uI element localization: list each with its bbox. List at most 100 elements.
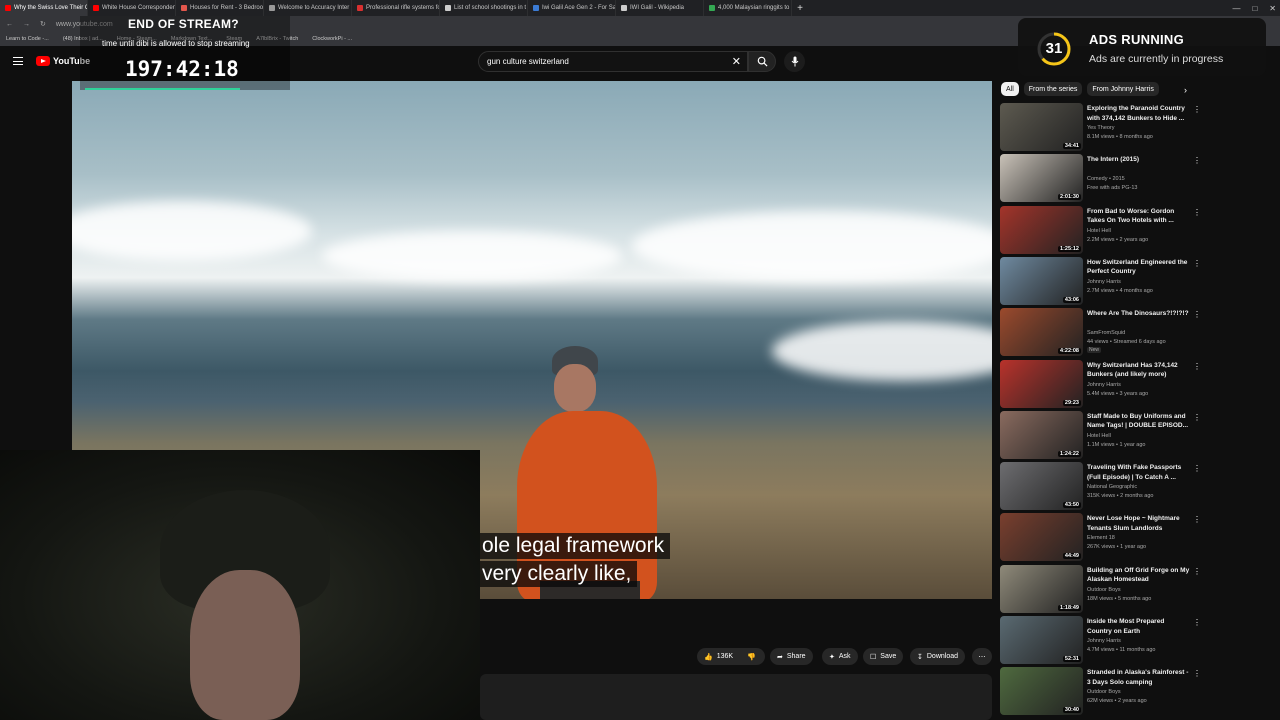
recommended-video[interactable]: 44:49 Never Lose Hope ~ Nightmare Tenants… (1000, 513, 1201, 562)
recommended-video[interactable]: 4:22:08 Where Are The Dinosaurs?!?!?!? Sam… (1000, 308, 1201, 357)
more-vertical-icon[interactable]: ⋮ (1193, 362, 1201, 371)
video-title[interactable]: Why Switzerland Has 374,142 Bunkers (and… (1087, 361, 1191, 380)
more-vertical-icon[interactable]: ⋮ (1193, 208, 1201, 217)
bookmark-item[interactable]: Learn to Code -... (6, 36, 49, 42)
more-vertical-icon[interactable]: ⋮ (1193, 310, 1201, 319)
filter-chip[interactable]: From the series (1023, 82, 1083, 96)
video-thumbnail[interactable]: 1:18:49 (1000, 564, 1083, 613)
search-button[interactable] (748, 51, 776, 72)
more-vertical-icon[interactable]: ⋮ (1193, 156, 1201, 165)
video-title[interactable]: Traveling With Fake Passports (Full Epis… (1087, 463, 1191, 482)
video-thumbnail[interactable]: 52:31 (1000, 616, 1083, 664)
browser-tab[interactable]: Houses for Rent - 3 Bedroo (176, 0, 264, 16)
new-tab-button[interactable]: + (792, 3, 808, 14)
more-vertical-icon[interactable]: ⋮ (1193, 464, 1201, 473)
download-button[interactable]: ↧ Download (910, 648, 966, 665)
search-input[interactable]: gun culture switzerland ✕ (478, 51, 748, 72)
video-title[interactable]: The Intern (2015) (1087, 155, 1191, 165)
video-title[interactable]: Where Are The Dinosaurs?!?!?!? (1087, 309, 1191, 319)
channel-name[interactable]: Yes Theory (1087, 125, 1115, 131)
video-duration: 1:18:49 (1058, 604, 1081, 611)
maximize-icon[interactable]: □ (1252, 4, 1257, 13)
video-thumbnail[interactable]: 1:25:12 (1000, 205, 1083, 254)
video-duration: 29:23 (1062, 399, 1081, 406)
ask-button[interactable]: ✦ Ask (822, 648, 858, 665)
minimize-icon[interactable]: — (1232, 4, 1240, 13)
more-vertical-icon[interactable]: ⋮ (1193, 669, 1201, 678)
video-title[interactable]: From Bad to Worse: Gordon Takes On Two H… (1087, 207, 1191, 226)
recommended-video[interactable]: 30:40 Stranded in Alaska's Rainforest - 3… (1000, 667, 1201, 716)
end-of-stream-overlay: END OF STREAM? time until dibi is allowe… (80, 16, 290, 90)
like-count[interactable]: 136K (717, 653, 733, 660)
save-button[interactable]: ☐ Save (863, 648, 904, 665)
browser-tab[interactable]: Iwi Galil Ace Gen 2 - For Sa (528, 0, 616, 16)
filter-chip[interactable]: From Johnny Harris (1087, 82, 1159, 96)
recommended-video[interactable]: 29:23 Why Switzerland Has 374,142 Bunkers… (1000, 359, 1201, 408)
youtube-play-icon (36, 56, 50, 66)
clear-search-icon[interactable]: ✕ (732, 55, 741, 68)
browser-tab[interactable]: Why the Swiss Love Their G (0, 0, 88, 16)
recommended-video[interactable]: 2:01:30 The Intern (2015) Comedy • 2015 Fre… (1000, 154, 1201, 203)
channel-name[interactable]: Hotel Hell (1087, 228, 1111, 234)
video-thumbnail[interactable]: 1:24:22 (1000, 410, 1083, 459)
recommended-video[interactable]: 34:41 Exploring the Paranoid Country with… (1000, 103, 1201, 151)
video-thumbnail[interactable]: 44:49 (1000, 513, 1083, 562)
channel-name[interactable]: Outdoor Boys (1087, 587, 1121, 593)
video-thumbnail[interactable]: 43:06 (1000, 256, 1083, 305)
channel-name[interactable]: Johnny Harris (1087, 382, 1121, 388)
browser-tab[interactable]: Professional rifle systems fo (352, 0, 440, 16)
back-icon[interactable]: ← (6, 21, 13, 28)
video-thumbnail[interactable]: 30:40 (1000, 667, 1083, 716)
recommended-video[interactable]: 43:06 How Switzerland Engineered the Perf… (1000, 256, 1201, 305)
recommended-video[interactable]: 52:31 Inside the Most Prepared Country on… (1000, 616, 1201, 664)
channel-name[interactable]: National Geographic (1087, 484, 1137, 490)
video-title[interactable]: Building an Off Grid Forge on My Alaskan… (1087, 566, 1191, 585)
recommended-video[interactable]: 1:24:22 Staff Made to Buy Uniforms and Na… (1000, 410, 1201, 459)
chevron-right-icon[interactable]: › (1184, 85, 1187, 95)
video-thumbnail[interactable]: 34:41 (1000, 103, 1083, 151)
more-vertical-icon[interactable]: ⋮ (1193, 515, 1201, 524)
channel-name[interactable]: Johnny Harris (1087, 638, 1121, 644)
recommended-video[interactable]: 1:18:49 Building an Off Grid Forge on My … (1000, 564, 1201, 613)
video-thumbnail[interactable]: 43:50 (1000, 462, 1083, 511)
bookmark-item[interactable]: ClockworkPi - ... (312, 36, 352, 42)
video-title[interactable]: Staff Made to Buy Uniforms and Name Tags… (1087, 412, 1191, 431)
channel-name[interactable]: Element 18 (1087, 535, 1115, 541)
video-thumbnail[interactable]: 29:23 (1000, 359, 1083, 408)
browser-tab[interactable]: IWI Galil - Wikipedia (616, 0, 704, 16)
browser-tab[interactable]: 4,000 Malaysian ringgits to (704, 0, 792, 16)
browser-tab[interactable]: Welcome to Accuracy Inter (264, 0, 352, 16)
video-title[interactable]: How Switzerland Engineered the Perfect C… (1087, 258, 1191, 277)
more-vertical-icon[interactable]: ⋮ (1193, 105, 1201, 114)
reload-icon[interactable]: ↻ (40, 20, 46, 28)
video-title[interactable]: Inside the Most Prepared Country on Eart… (1087, 617, 1191, 636)
browser-tab[interactable]: White House Corresponden (88, 0, 176, 16)
forward-icon[interactable]: → (23, 21, 30, 28)
dislike-icon[interactable]: 👎 (747, 653, 756, 661)
video-title[interactable]: Stranded in Alaska's Rainforest - 3 Days… (1087, 668, 1191, 687)
more-vertical-icon[interactable]: ⋮ (1193, 618, 1201, 627)
video-thumbnail[interactable]: 2:01:30 (1000, 154, 1083, 203)
description-box[interactable] (480, 674, 992, 720)
video-title[interactable]: Never Lose Hope ~ Nightmare Tenants Slum… (1087, 514, 1191, 533)
channel-name[interactable]: Johnny Harris (1087, 279, 1121, 285)
more-vertical-icon[interactable]: ⋮ (1193, 567, 1201, 576)
close-window-icon[interactable]: ✕ (1269, 4, 1276, 13)
like-icon[interactable]: 👍 (704, 653, 713, 661)
channel-name[interactable]: Outdoor Boys (1087, 689, 1121, 695)
filter-chip[interactable]: All (1001, 82, 1019, 96)
video-title[interactable]: Exploring the Paranoid Country with 374,… (1087, 104, 1191, 123)
share-button[interactable]: ➦ Share (770, 648, 813, 665)
channel-name[interactable]: SamFromSquid (1087, 330, 1125, 336)
more-vertical-icon[interactable]: ⋮ (1193, 413, 1201, 422)
channel-name[interactable]: Comedy • 2015 (1087, 176, 1125, 182)
video-thumbnail[interactable]: 4:22:08 (1000, 308, 1083, 357)
channel-name[interactable]: Hotel Hell (1087, 433, 1111, 439)
browser-tab[interactable]: List of school shootings in t (440, 0, 528, 16)
recommended-video[interactable]: 43:50 Traveling With Fake Passports (Full… (1000, 462, 1201, 511)
recommended-video[interactable]: 1:25:12 From Bad to Worse: Gordon Takes O… (1000, 205, 1201, 254)
menu-icon[interactable] (13, 57, 23, 65)
more-actions-button[interactable]: ⋯ (972, 648, 992, 665)
more-vertical-icon[interactable]: ⋮ (1193, 259, 1201, 268)
voice-search-button[interactable] (784, 51, 805, 72)
